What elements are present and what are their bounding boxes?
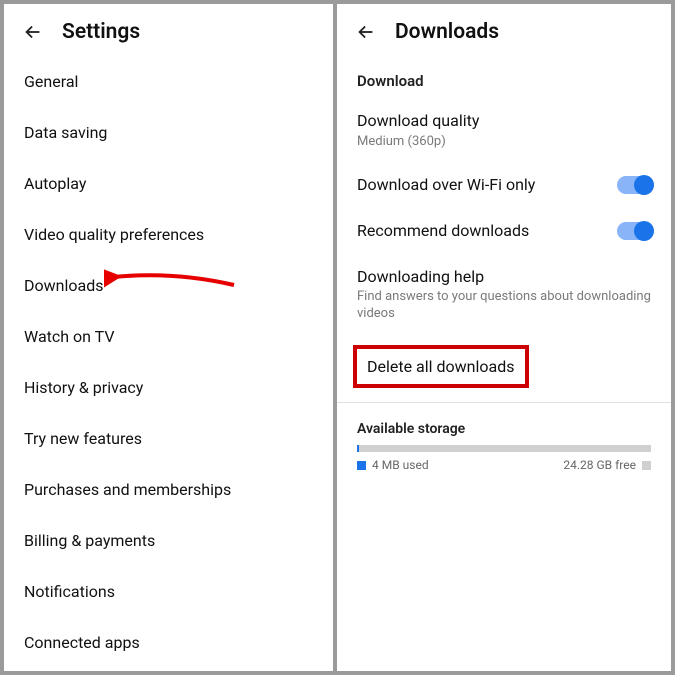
row-recommend[interactable]: Recommend downloads: [337, 208, 671, 254]
storage-used-text: 4 MB used: [372, 458, 429, 472]
settings-header: Settings: [4, 4, 333, 56]
wifi-only-toggle[interactable]: [617, 176, 651, 194]
back-icon[interactable]: [355, 21, 377, 43]
menu-billing[interactable]: Billing & payments: [4, 515, 333, 566]
available-storage-label: Available storage: [337, 403, 671, 439]
delete-all-downloads[interactable]: Delete all downloads: [353, 345, 529, 388]
downloads-header: Downloads: [337, 4, 671, 56]
storage-free-text: 24.28 GB free: [563, 458, 636, 472]
menu-history-privacy[interactable]: History & privacy: [4, 362, 333, 413]
menu-try-new-features[interactable]: Try new features: [4, 413, 333, 464]
storage-row: 4 MB used 24.28 GB free: [337, 456, 671, 474]
recommend-label: Recommend downloads: [357, 220, 605, 242]
menu-notifications[interactable]: Notifications: [4, 566, 333, 617]
menu-watch-on-tv[interactable]: Watch on TV: [4, 311, 333, 362]
recommend-toggle[interactable]: [617, 222, 651, 240]
wifi-only-label: Download over Wi-Fi only: [357, 174, 605, 196]
legend-free-icon: [642, 461, 651, 470]
help-label: Downloading help: [357, 266, 651, 288]
help-desc: Find answers to your questions about dow…: [357, 289, 651, 323]
back-icon[interactable]: [22, 21, 44, 43]
menu-data-saving[interactable]: Data saving: [4, 107, 333, 158]
row-download-quality[interactable]: Download quality Medium (360p): [337, 98, 671, 162]
menu-purchases[interactable]: Purchases and memberships: [4, 464, 333, 515]
section-download: Download: [337, 56, 671, 98]
menu-connected-apps[interactable]: Connected apps: [4, 617, 333, 668]
row-wifi-only[interactable]: Download over Wi-Fi only: [337, 162, 671, 208]
menu-autoplay[interactable]: Autoplay: [4, 158, 333, 209]
downloads-title: Downloads: [395, 20, 499, 44]
row-downloading-help[interactable]: Downloading help Find answers to your qu…: [337, 254, 671, 335]
legend-used-icon: [357, 461, 366, 470]
downloads-pane: Downloads Download Download quality Medi…: [337, 4, 671, 671]
settings-title: Settings: [62, 20, 140, 44]
storage-bar: [357, 445, 651, 452]
menu-live-chat[interactable]: Live chat: [4, 668, 333, 671]
download-quality-value: Medium (360p): [357, 134, 651, 151]
menu-video-quality[interactable]: Video quality preferences: [4, 209, 333, 260]
menu-downloads[interactable]: Downloads: [4, 260, 333, 311]
download-quality-label: Download quality: [357, 110, 651, 132]
settings-pane: Settings General Data saving Autoplay Vi…: [4, 4, 337, 671]
menu-general[interactable]: General: [4, 56, 333, 107]
storage-bar-used: [357, 445, 359, 452]
